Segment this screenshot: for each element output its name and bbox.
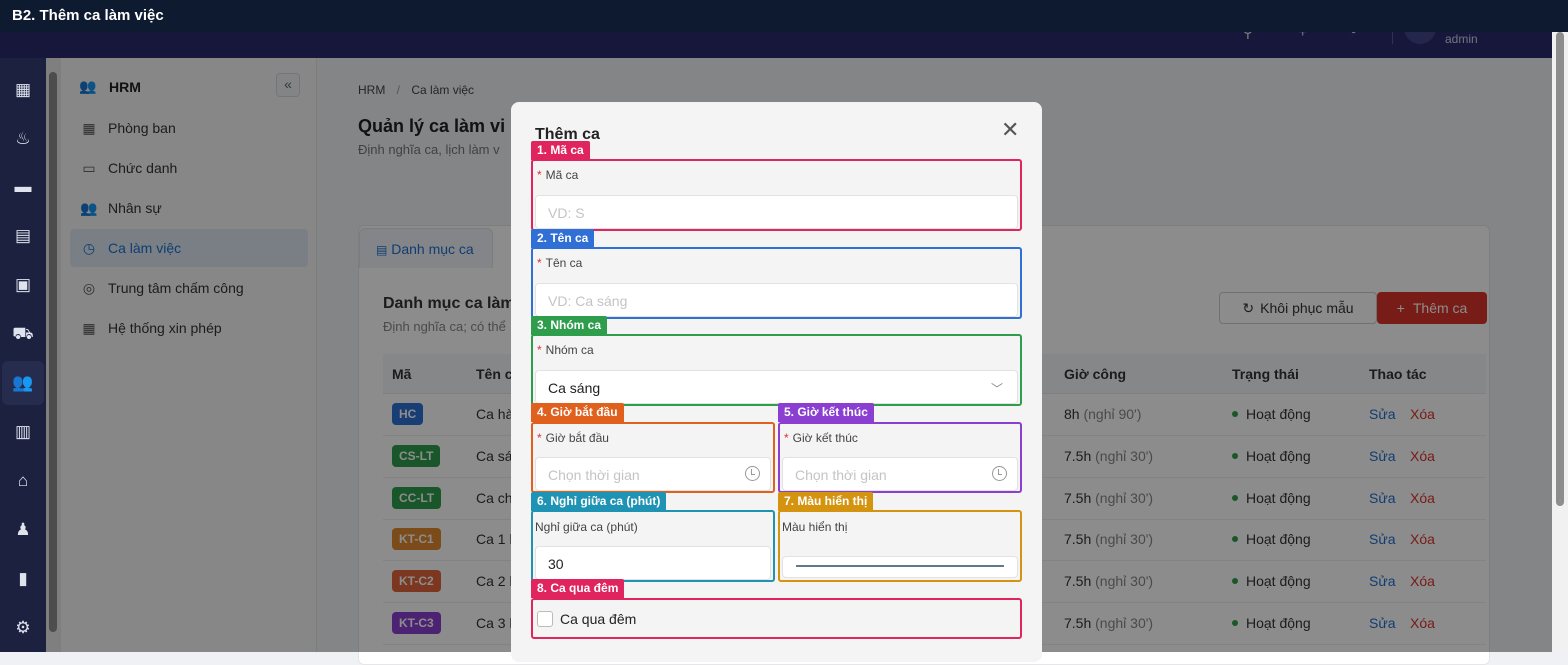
annotation-tag-code: 1. Mã ca [531, 141, 590, 160]
field-break: Nghỉ giữa ca (phút) 30 [531, 510, 775, 582]
start-label: Giờ bắt đầu [545, 431, 609, 445]
annotation-tag-break: 6. Nghỉ giữa ca (phút) [531, 492, 667, 511]
end-time-picker[interactable]: Chọn thời gian [782, 457, 1018, 491]
annotation-tag-start: 4. Giờ bắt đầu [531, 403, 624, 422]
calculator-icon[interactable]: ▤ [9, 222, 37, 250]
group-label: Nhóm ca [545, 343, 594, 357]
clock-icon [745, 466, 760, 481]
field-color: Màu hiển thị [778, 510, 1022, 582]
clock-icon [992, 466, 1007, 481]
store-icon[interactable]: ⌂ [9, 467, 37, 495]
annotation-tag-overnight: 8. Ca qua đêm [531, 579, 625, 598]
modal-backdrop-top [0, 32, 1552, 58]
color-label: Màu hiển thị [782, 520, 848, 534]
field-start-time: * Giờ bắt đầu Chọn thời gian [531, 422, 775, 493]
field-name: * Tên ca VD: Ca sáng [531, 247, 1022, 319]
end-label: Giờ kết thúc [792, 431, 858, 445]
page-scrollbar[interactable] [1552, 32, 1568, 652]
field-label: * Tên ca [537, 256, 583, 270]
shift-name-input[interactable]: VD: Ca sáng [535, 283, 1018, 317]
shift-code-input[interactable]: VD: S [535, 195, 1018, 229]
start-time-picker[interactable]: Chọn thời gian [535, 457, 771, 491]
field-label: * Giờ bắt đầu [537, 431, 609, 445]
start-placeholder: Chọn thời gian [548, 467, 640, 483]
field-group: * Nhóm ca Ca sáng ﹀ [531, 334, 1022, 406]
shift-group-select[interactable]: Ca sáng ﹀ [535, 370, 1018, 404]
office-icon[interactable]: ▥ [9, 418, 37, 446]
color-picker[interactable] [782, 556, 1018, 578]
color-swatch [796, 565, 1004, 567]
field-label: * Giờ kết thúc [784, 431, 858, 445]
end-placeholder: Chọn thời gian [795, 467, 887, 483]
gear-icon[interactable]: ⚙ [9, 614, 37, 642]
overnight-label: Ca qua đêm [560, 611, 637, 627]
field-code: * Mã ca VD: S [531, 159, 1022, 231]
chat-icon[interactable]: ▬ [9, 173, 37, 201]
chevron-down-icon: ﹀ [990, 382, 1003, 396]
field-overnight: Ca qua đêm [531, 598, 1022, 639]
field-end-time: * Giờ kết thúc Chọn thời gian [778, 422, 1022, 493]
hrm-people-icon[interactable]: 👥 [2, 361, 44, 405]
code-label: Mã ca [545, 168, 579, 182]
selected-value: Ca sáng [548, 380, 601, 396]
briefcase-icon[interactable]: ▣ [9, 271, 37, 299]
buildings-icon[interactable]: ▦ [9, 76, 37, 104]
annotation-tag-end: 5. Giờ kết thúc [778, 403, 874, 422]
chart-icon[interactable]: ▮ [9, 565, 37, 593]
person-icon[interactable]: ♟ [9, 516, 37, 544]
overnight-checkbox[interactable] [537, 611, 553, 627]
annotation-tag-color: 7. Màu hiển thị [778, 492, 874, 511]
break-minutes-input[interactable]: 30 [535, 546, 771, 580]
field-label: * Nhóm ca [537, 343, 594, 357]
app-rail: ▦ ♨ ▬ ▤ ▣ ⛟ 👥 ▥ ⌂ ♟ ▮ ⚙ [0, 58, 46, 652]
step-caption: B2. Thêm ca làm việc [0, 0, 1568, 32]
name-label: Tên ca [545, 256, 583, 270]
field-label: * Mã ca [537, 168, 579, 182]
annotation-tag-name: 2. Tên ca [531, 229, 595, 248]
bowl-icon[interactable]: ♨ [9, 125, 37, 153]
annotation-tag-group: 3. Nhóm ca [531, 316, 608, 335]
car-icon[interactable]: ⛟ [9, 320, 37, 348]
break-label: Nghỉ giữa ca (phút) [535, 520, 638, 534]
add-shift-modal: Thêm ca ✕ 1. Mã ca * Mã ca VD: S 2. Tên c… [511, 102, 1042, 662]
close-icon[interactable]: ✕ [1001, 118, 1019, 142]
